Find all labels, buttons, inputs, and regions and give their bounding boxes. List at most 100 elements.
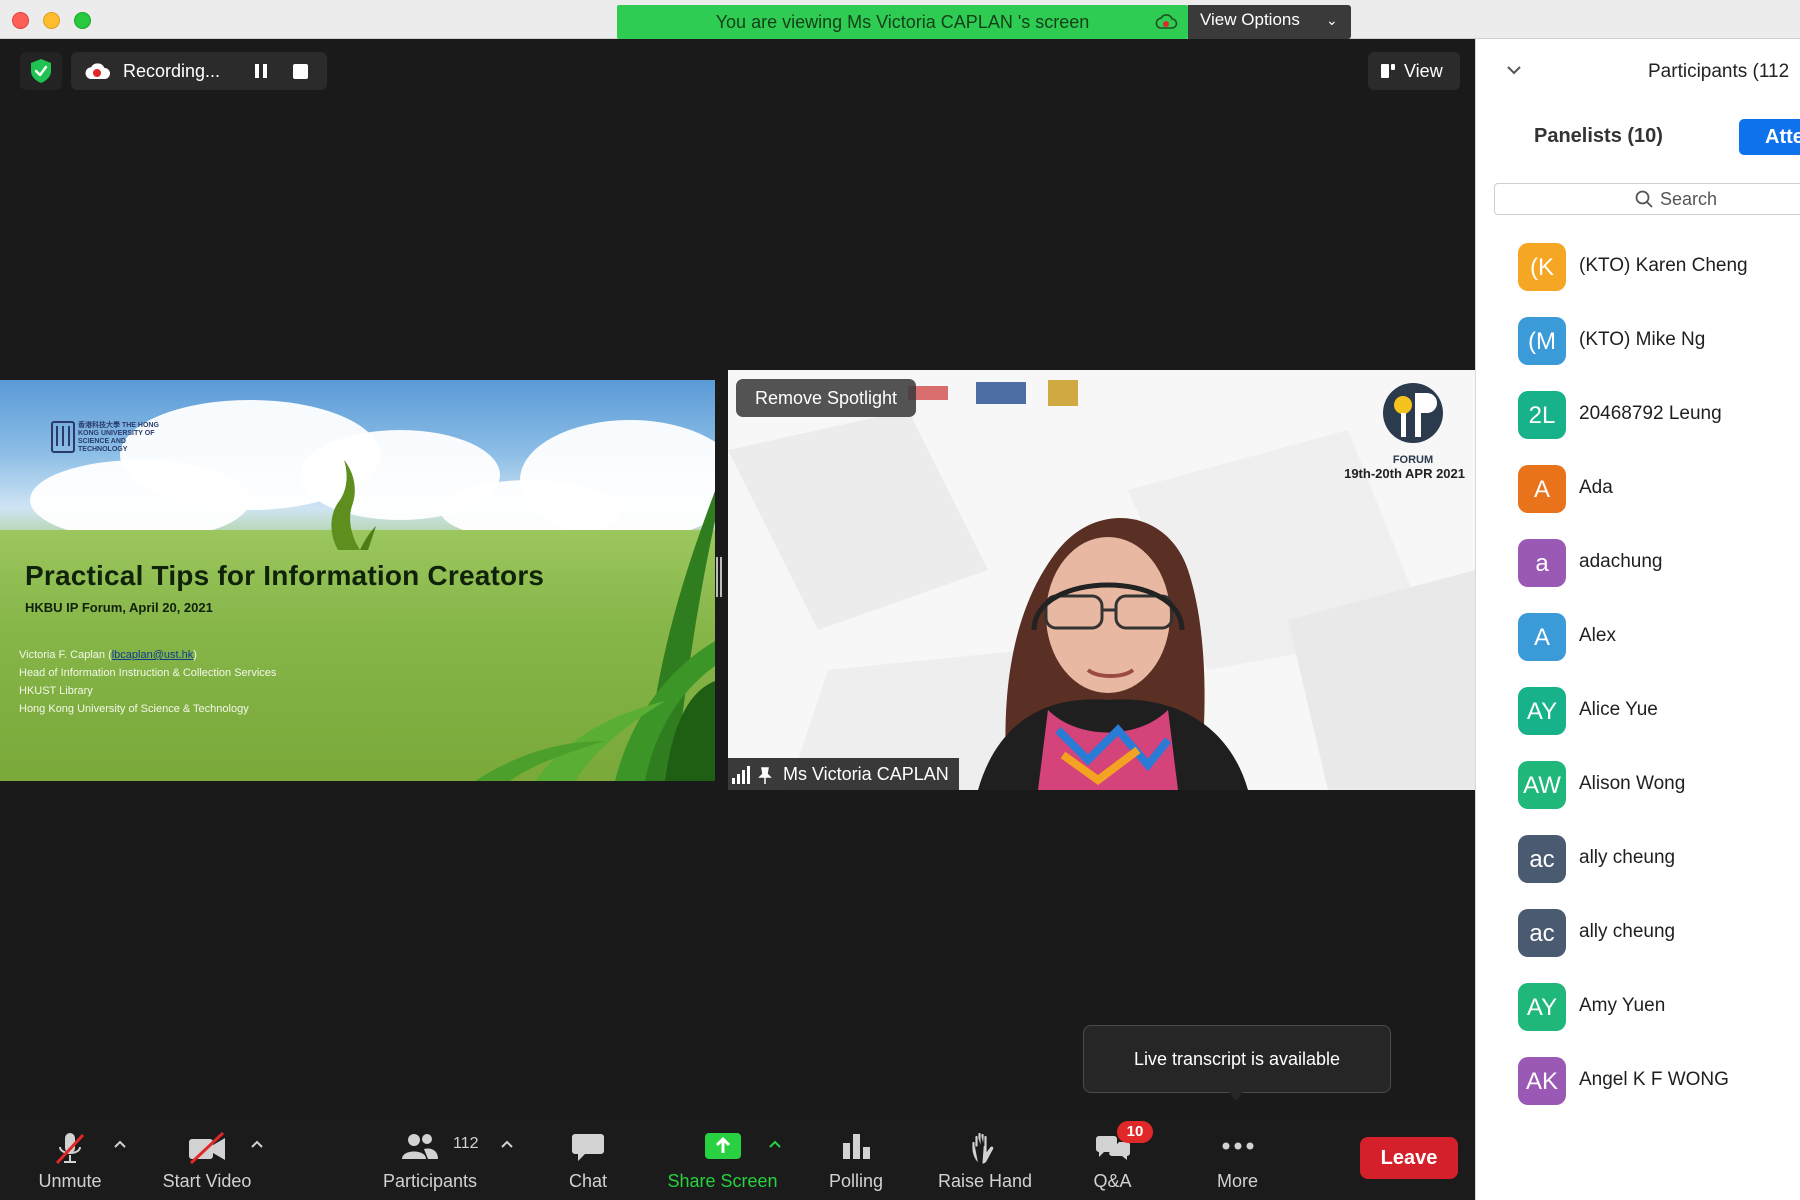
stop-recording-button[interactable] xyxy=(293,64,308,79)
chevron-down-icon: ⌄ xyxy=(1326,12,1338,28)
participant-name: (KTO) Karen Cheng xyxy=(1579,255,1748,276)
unmute-label: Unmute xyxy=(38,1171,102,1191)
participants-options-caret-icon[interactable] xyxy=(500,1139,514,1149)
unmute-button[interactable]: Unmute xyxy=(20,1119,120,1200)
presenter-department: HKUST Library xyxy=(19,685,93,697)
participant-name: Ada xyxy=(1579,477,1613,498)
slide-subtitle: HKBU IP Forum, April 20, 2021 xyxy=(25,600,213,615)
avatar: AK xyxy=(1518,1057,1566,1105)
participant-row[interactable]: A Alex xyxy=(1476,599,1800,673)
participant-row[interactable]: a adachung xyxy=(1476,525,1800,599)
participants-panel-title: Participants (112 xyxy=(1648,61,1790,82)
participant-name: Alison Wong xyxy=(1579,773,1686,794)
presenter-email-link[interactable]: lbcaplan@ust.hk xyxy=(112,649,194,661)
start-video-button[interactable]: Start Video xyxy=(152,1119,262,1200)
chevron-down-icon[interactable] xyxy=(1506,65,1522,75)
tooltip-arrow xyxy=(1228,1091,1244,1101)
participant-row[interactable]: (M (KTO) Mike Ng xyxy=(1476,303,1800,377)
video-options-caret-icon[interactable] xyxy=(250,1139,264,1149)
video-off-icon xyxy=(189,1131,225,1165)
view-layout-button[interactable]: View xyxy=(1368,52,1460,90)
avatar: 2L xyxy=(1518,391,1566,439)
participant-search-input[interactable]: Search xyxy=(1494,183,1800,215)
participant-row[interactable]: AW Alison Wong xyxy=(1476,747,1800,821)
share-screen-button[interactable]: Share Screen xyxy=(660,1119,785,1200)
recording-label: Recording... xyxy=(123,61,221,81)
tab-panelists[interactable]: Panelists (10) xyxy=(1534,125,1663,148)
participant-row[interactable]: AY Alice Yue xyxy=(1476,673,1800,747)
signal-strength-icon xyxy=(732,766,772,784)
participants-panel: Participants (112 Panelists (10) Atte Se… xyxy=(1475,39,1800,1200)
leave-button[interactable]: Leave xyxy=(1360,1137,1458,1179)
slide-title: Practical Tips for Information Creators xyxy=(25,560,545,591)
participants-icon xyxy=(402,1134,438,1159)
sponsor-logos xyxy=(908,380,1078,406)
grass-blades-image xyxy=(475,491,715,781)
participants-button[interactable]: 112 Participants xyxy=(370,1119,490,1200)
participant-name: Angel K F WONG xyxy=(1579,1069,1729,1090)
remove-spotlight-button[interactable]: Remove Spotlight xyxy=(736,379,916,417)
more-button[interactable]: More xyxy=(1195,1119,1280,1200)
search-placeholder: Search xyxy=(1660,189,1718,209)
chat-button[interactable]: Chat xyxy=(548,1119,628,1200)
participant-row[interactable]: ac ally cheung xyxy=(1476,821,1800,895)
shared-slide: 香港科技大學 THE HONG KONG UNIVERSITY OF SCIEN… xyxy=(0,380,715,781)
view-options-dropdown[interactable]: View Options ⌄ xyxy=(1188,5,1351,39)
zoom-window: You are viewing Ms Victoria CAPLAN 's sc… xyxy=(0,0,1800,1200)
hkust-logo-text: 香港科技大學 THE HONG KONG UNIVERSITY OF SCIEN… xyxy=(78,422,159,453)
security-shield-button[interactable] xyxy=(20,52,62,90)
participant-name: adachung xyxy=(1579,551,1663,572)
speaker-name-tag: Ms Victoria CAPLAN xyxy=(728,758,959,790)
avatar: (K xyxy=(1518,243,1566,291)
participant-row[interactable]: A Ada xyxy=(1476,451,1800,525)
chat-label: Chat xyxy=(568,1171,608,1191)
polling-button[interactable]: Polling xyxy=(815,1119,897,1200)
grass-sprout-image xyxy=(331,460,376,550)
audio-options-caret-icon[interactable] xyxy=(113,1139,127,1149)
polling-label: Polling xyxy=(828,1171,884,1191)
shield-check-icon xyxy=(31,59,51,83)
minimize-window-button[interactable] xyxy=(43,12,60,29)
avatar: AY xyxy=(1518,687,1566,735)
raise-hand-button[interactable]: Raise Hand xyxy=(925,1119,1045,1200)
pause-recording-button[interactable] xyxy=(251,62,271,80)
fullscreen-window-button[interactable] xyxy=(74,12,91,29)
more-label: More xyxy=(1216,1171,1258,1191)
ip-forum-logo: FORUM xyxy=(1383,383,1443,466)
participant-row[interactable]: AK Angel K F WONG xyxy=(1476,1043,1800,1117)
participant-name: 20468792 Leung xyxy=(1579,403,1722,424)
close-window-button[interactable] xyxy=(12,12,29,29)
participant-name: Amy Yuen xyxy=(1579,995,1666,1016)
participant-row[interactable]: 2L 20468792 Leung xyxy=(1476,377,1800,451)
bar-chart-icon xyxy=(843,1134,870,1159)
raised-hand-icon xyxy=(971,1132,995,1165)
muted-microphone-icon xyxy=(55,1133,85,1165)
presenter-position: Head of Information Instruction & Collec… xyxy=(19,667,277,679)
presenter-line: Victoria F. Caplan (lbcaplan@ust.hk) xyxy=(19,646,276,664)
participant-row[interactable]: (K (KTO) Karen Cheng xyxy=(1476,229,1800,303)
share-screen-icon xyxy=(704,1133,741,1159)
participant-row[interactable]: ac ally cheung xyxy=(1476,895,1800,969)
participant-name: (KTO) Mike Ng xyxy=(1579,329,1706,350)
view-label: View xyxy=(1404,61,1443,81)
live-transcript-tooltip[interactable]: Live transcript is available xyxy=(1083,1025,1391,1093)
avatar: (M xyxy=(1518,317,1566,365)
avatar: ac xyxy=(1518,835,1566,883)
view-options-label: View Options xyxy=(1200,10,1300,29)
tab-attendees[interactable]: Atte xyxy=(1739,119,1800,155)
qa-count-badge: 10 xyxy=(1117,1121,1153,1143)
meeting-toolbar: Unmute Start Video 112 Participants Chat… xyxy=(0,1119,1475,1200)
cloud-recording-icon xyxy=(1155,14,1178,29)
share-options-caret-icon[interactable] xyxy=(768,1139,782,1149)
presenter-name-end: ) xyxy=(193,649,197,661)
raise-hand-label: Raise Hand xyxy=(937,1171,1033,1191)
split-resize-handle[interactable] xyxy=(716,557,722,597)
presenter-university: Hong Kong University of Science & Techno… xyxy=(19,703,249,715)
share-screen-label: Share Screen xyxy=(667,1171,778,1191)
layout-icon xyxy=(1381,64,1395,78)
qa-label: Q&A xyxy=(1093,1171,1132,1191)
participant-row[interactable]: AY Amy Yuen xyxy=(1476,969,1800,1043)
speaker-video-tile[interactable]: FORUM 19th-20th APR 2021 Remove Spotligh… xyxy=(728,370,1475,790)
speaker-person-image xyxy=(978,517,1248,790)
forum-label: FORUM xyxy=(1393,454,1433,466)
